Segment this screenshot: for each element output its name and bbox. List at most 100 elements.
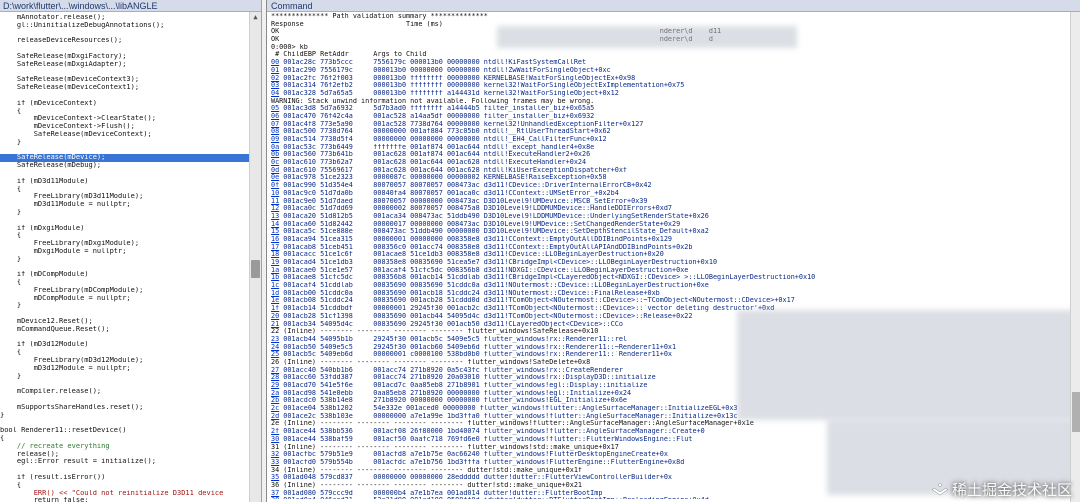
code-line[interactable] [0,310,250,318]
code-line[interactable]: if (mD3d12Module) [0,341,250,349]
code-line-highlighted[interactable]: SafeRelease(mDevice); [0,154,250,163]
code-line[interactable]: mDeviceContext->Flush(); [0,123,250,131]
code-area[interactable]: mAnnotator.release(); gl::UninitializeDe… [0,12,250,502]
code-line[interactable]: mSupportsShareHandles.reset(); [0,404,250,412]
frame-number-link[interactable]: 1a [271,267,279,274]
code-line[interactable]: mCompiler.release(); [0,388,250,396]
code-line[interactable] [0,45,250,53]
frame-number-link[interactable]: 14 [271,221,279,228]
code-line[interactable]: { [0,108,250,116]
command-scroll-thumb[interactable] [1072,392,1080,432]
command-window[interactable]: Command ************** Path validation s… [266,0,1080,502]
code-line[interactable]: if (result.isError()) [0,474,250,482]
code-line[interactable]: releaseDeviceResources(); [0,37,250,45]
code-line[interactable]: if (mD3d11Module) [0,178,250,186]
code-line[interactable]: mDevice12.Reset(); [0,318,250,326]
code-line[interactable]: { [0,232,250,240]
code-line[interactable]: egl::Error result = initialize(); [0,458,250,466]
code-line[interactable]: SafeRelease(mDebug); [0,162,250,170]
frame-number-link[interactable]: 1c [271,282,279,289]
frame-number-link[interactable]: 1f [271,305,279,312]
frame-number-link[interactable]: 15 [271,228,279,235]
code-line[interactable]: return false; [0,497,250,502]
frame-number-link[interactable]: 12 [271,205,279,212]
code-line[interactable] [0,92,250,100]
frame-number-link[interactable]: 09 [271,136,279,143]
code-line[interactable]: mD3d12Module = nullptr; [0,365,250,373]
frame-number-link[interactable]: 21 [271,321,279,328]
code-line[interactable] [0,380,250,388]
frame-number-link[interactable]: 33 [271,459,279,466]
frame-number-link[interactable]: 0b [271,151,279,158]
code-line[interactable] [0,147,250,155]
frame-number-link[interactable]: 0d [271,167,279,174]
code-line[interactable]: } [0,412,250,420]
code-line[interactable]: FreeLibrary(mDxgiModule); [0,240,250,248]
code-line[interactable]: gl::UninitializeDebugAnnotations(); [0,22,250,30]
code-line[interactable] [0,170,250,178]
code-line[interactable] [0,264,250,272]
code-line[interactable] [0,334,250,342]
frame-number-link[interactable]: 37 [271,490,279,497]
code-line[interactable]: if (mDCompModule) [0,271,250,279]
frame-number-link[interactable]: 20 [271,313,279,320]
code-line[interactable]: { [0,482,250,490]
frame-number-link[interactable]: 04 [271,90,279,97]
code-line[interactable]: SafeRelease(mDeviceContext1); [0,84,250,92]
code-line[interactable]: mAnnotator.release(); [0,14,250,22]
frame-number-link[interactable]: 1d [271,290,279,297]
code-line[interactable] [0,396,250,404]
frame-number-link[interactable]: 2d [271,413,279,420]
code-line[interactable]: SafeRelease(mDxgiFactory); [0,53,250,61]
frame-number-link[interactable]: 2f [271,428,279,435]
code-line[interactable]: if (mDxgiModule) [0,225,250,233]
frame-number-link[interactable]: 2a [271,390,279,397]
frame-number-link[interactable]: 24 [271,344,279,351]
code-line[interactable]: { [0,279,250,287]
frame-number-link[interactable]: 1b [271,274,279,281]
code-line[interactable] [0,217,250,225]
frame-number-link[interactable]: 03 [271,82,279,89]
code-line[interactable]: SafeRelease(mDeviceContext); [0,131,250,139]
frame-number-link[interactable]: 1e [271,297,279,304]
code-line[interactable]: SafeRelease(mDeviceContext3); [0,76,250,84]
code-line[interactable] [0,419,250,427]
code-line[interactable]: mDxgiModule = nullptr; [0,248,250,256]
code-line[interactable] [0,466,250,474]
scroll-up-icon[interactable]: ▲ [250,12,261,23]
frame-number-link[interactable]: 16 [271,236,279,243]
code-editor-pane[interactable]: D:\work\flutter\...\windows\...\libANGLE… [0,0,262,502]
code-line[interactable]: } [0,302,250,310]
frame-number-link[interactable]: 01 [271,67,279,74]
frame-number-link[interactable]: 0f [271,182,279,189]
code-line[interactable]: mCommandQueue.Reset(); [0,326,250,334]
frame-number-link[interactable]: 30 [271,436,279,443]
frame-number-link[interactable]: 06 [271,113,279,120]
frame-number-link[interactable]: 08 [271,128,279,135]
code-line[interactable]: mDeviceContext->ClearState(); [0,115,250,123]
code-line[interactable]: { [0,186,250,194]
code-line[interactable]: ERR() << "Could not reinitialize D3D11 d… [0,490,250,498]
code-line[interactable]: FreeLibrary(mD3d11Module); [0,193,250,201]
code-line[interactable]: } [0,139,250,147]
frame-number-link[interactable]: 0e [271,174,279,181]
frame-number-link[interactable]: 0a [271,144,279,151]
frame-number-link[interactable]: 11 [271,198,279,205]
frame-number-link[interactable]: 05 [271,105,279,112]
code-line[interactable]: if (mDeviceContext) [0,100,250,108]
frame-number-link[interactable]: 35 [271,474,279,481]
frame-number-link[interactable]: 13 [271,213,279,220]
frame-number-link[interactable]: 00 [271,59,279,66]
frame-number-link[interactable]: 07 [271,121,279,128]
frame-number-link[interactable]: 17 [271,244,279,251]
frame-number-link[interactable]: 2c [271,405,279,412]
editor-scrollbar[interactable]: ▲ [249,12,261,502]
frame-number-link[interactable]: 38 [271,497,279,499]
editor-scroll-thumb[interactable] [251,260,260,278]
frame-number-link[interactable]: 10 [271,190,279,197]
code-line[interactable] [0,30,250,38]
code-line[interactable] [0,69,250,77]
code-line[interactable]: release(); [0,451,250,459]
frame-number-link[interactable]: 23 [271,336,279,343]
frame-number-link[interactable]: 18 [271,251,279,258]
